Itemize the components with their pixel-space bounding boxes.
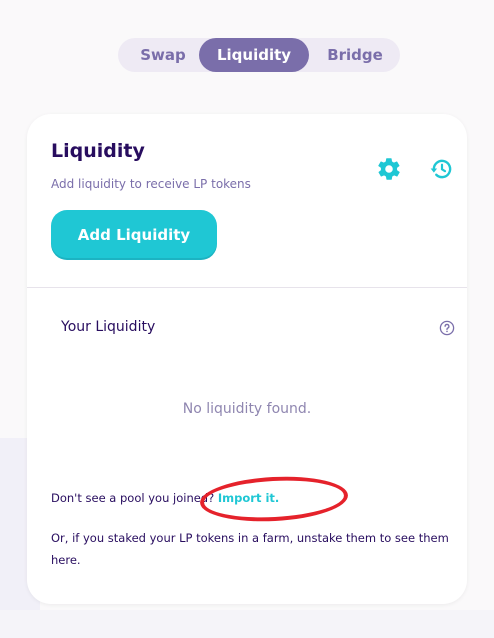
footer-band	[0, 610, 494, 638]
question-circle-icon[interactable]	[439, 320, 455, 336]
tab-switcher: Swap Liquidity Bridge	[118, 38, 400, 72]
card-subtitle: Add liquidity to receive LP tokens	[51, 177, 251, 191]
liquidity-card: Liquidity Add liquidity to receive LP to…	[27, 114, 467, 604]
tab-bridge[interactable]: Bridge	[314, 38, 396, 72]
gear-icon[interactable]	[376, 156, 402, 182]
staked-note: Or, if you staked your LP tokens in a fa…	[51, 531, 449, 567]
empty-state-text: No liquidity found.	[182, 401, 312, 417]
history-icon[interactable]	[429, 156, 455, 182]
import-prompt-text: Don't see a pool you joined?	[51, 491, 215, 505]
your-liquidity-heading: Your Liquidity	[61, 319, 156, 335]
divider	[27, 287, 467, 288]
tab-liquidity[interactable]: Liquidity	[199, 38, 309, 72]
add-liquidity-button[interactable]: Add Liquidity	[51, 210, 217, 260]
tab-swap[interactable]: Swap	[128, 38, 198, 72]
card-title: Liquidity	[51, 140, 145, 162]
